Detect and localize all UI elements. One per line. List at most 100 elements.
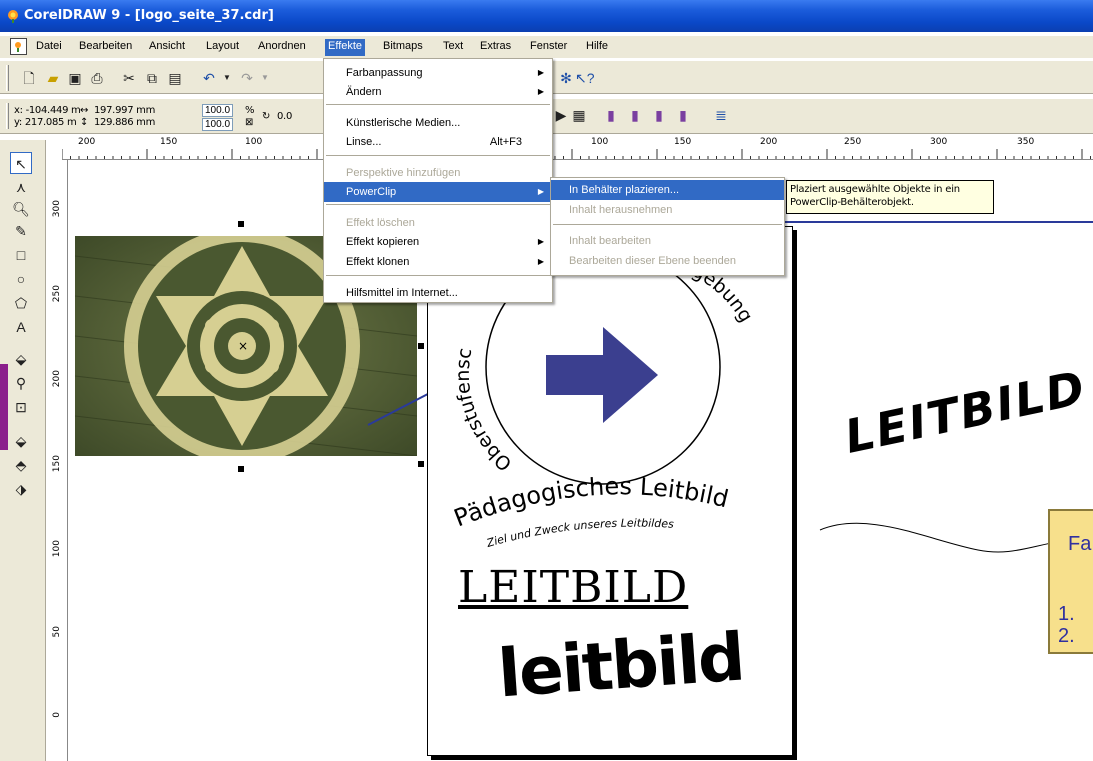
ruler-tick-label: 300 xyxy=(930,137,948,147)
redo-dropdown-icon[interactable]: ▼ xyxy=(256,69,274,87)
percent-label: % xyxy=(245,105,255,116)
height-field[interactable]: 129.886 mm xyxy=(94,117,155,129)
document-icon[interactable] xyxy=(10,38,27,55)
align-icon[interactable]: ▮ xyxy=(602,106,620,124)
menu-item-perspektive: Perspektive hinzufügen xyxy=(346,167,461,179)
menu-hilfe[interactable]: Hilfe xyxy=(583,39,611,56)
submenu-arrow-icon: ▶ xyxy=(537,257,544,266)
menu-item-hilfsmittel-internet[interactable]: Hilfsmittel im Internet... xyxy=(324,283,552,303)
window-title: CorelDRAW 9 - [logo_seite_37.cdr] xyxy=(24,8,274,23)
rectangle-tool-icon[interactable]: □ xyxy=(10,244,32,266)
menu-item-effekt-klonen[interactable]: Effekt klonen ▶ xyxy=(324,252,552,272)
menu-item-in-behaelter-plazieren[interactable]: In Behälter plazieren... xyxy=(551,180,784,200)
menu-bearbeiten[interactable]: Bearbeiten xyxy=(76,39,135,56)
scale-x-field[interactable]: 100.0 xyxy=(202,104,234,117)
rotation-icon: ↻ xyxy=(262,111,271,122)
y-position-field[interactable]: y: 217.085 m xyxy=(14,117,77,129)
copy-icon[interactable]: ⧉ xyxy=(143,69,161,87)
menu-item-inhalt-bearbeiten: Inhalt bearbeiten xyxy=(569,235,651,247)
document-page[interactable]: Oberstufensc und Umgebung Pädagogisches … xyxy=(427,226,793,756)
toolbar-grip[interactable] xyxy=(6,65,9,91)
order-back-icon[interactable]: ▮ xyxy=(650,106,668,124)
leitbild-handwritten-text[interactable]: LEITBILD xyxy=(458,562,688,613)
horizontal-ruler[interactable]: 200 150 100 100 150 200 250 300 350 xyxy=(62,136,1093,160)
coreldraw-app-icon xyxy=(8,10,18,23)
save-icon[interactable]: ▣ xyxy=(66,69,84,87)
submenu-arrow-icon: ▶ xyxy=(537,187,544,196)
ruler-tick-label: 350 xyxy=(1017,137,1035,147)
lock-ratio-icon[interactable]: ⊠ xyxy=(245,117,253,129)
height-arrow-icon: ↕ xyxy=(80,117,89,128)
menu-fenster[interactable]: Fenster xyxy=(527,39,570,56)
vertical-ruler[interactable]: 300 250 200 150 100 50 0 xyxy=(50,160,68,761)
ruler-tick-label: 200 xyxy=(760,137,778,147)
scale-y-field[interactable]: 100.0 xyxy=(202,118,234,131)
print-icon[interactable]: ⎙ xyxy=(88,69,106,87)
ruler-tick-label: 150 xyxy=(674,137,692,147)
menu-text[interactable]: Text xyxy=(440,39,466,56)
menu-item-farbanpassung[interactable]: Farbanpassung ▶ xyxy=(324,63,552,83)
ellipse-tool-icon[interactable]: ○ xyxy=(10,268,32,290)
menu-bitmaps[interactable]: Bitmaps xyxy=(380,39,426,56)
group-icon[interactable]: ▮ xyxy=(674,106,692,124)
undo-icon[interactable]: ↶ xyxy=(200,69,218,87)
paste-icon[interactable]: ▤ xyxy=(166,69,184,87)
menu-item-powerclip[interactable]: PowerClip ▶ xyxy=(324,182,552,202)
menu-item-linse[interactable]: Linse... Alt+F3 xyxy=(324,132,552,152)
interactive-fill-icon[interactable]: ⬙ xyxy=(10,348,32,370)
circle-text-left: Oberstufensc xyxy=(452,346,516,475)
blend-tool-icon[interactable]: ⊡ xyxy=(10,396,32,418)
ruler-ticks xyxy=(62,149,1091,159)
menu-effekte[interactable]: Effekte xyxy=(325,39,366,56)
convert-icon[interactable]: ≣ xyxy=(712,106,730,124)
menu-separator xyxy=(326,155,550,156)
pick-tool-icon[interactable]: ↖ xyxy=(10,152,32,174)
tooltip: Plaziert ausgewählte Objekte in ein Powe… xyxy=(786,180,994,214)
frame-icon[interactable]: ▦ xyxy=(570,106,588,124)
menu-layout[interactable]: Layout xyxy=(203,39,242,56)
context-help-icon[interactable]: ↖? xyxy=(575,69,595,87)
wrap-icon[interactable]: ▶ xyxy=(552,106,570,124)
undo-dropdown-icon[interactable]: ▼ xyxy=(218,69,236,87)
menu-item-aendern[interactable]: Ändern ▶ xyxy=(324,82,552,102)
menu-item-kuenstlerische-medien[interactable]: Künstlerische Medien... xyxy=(324,113,552,133)
ruler-tick-label: 250 xyxy=(52,285,62,303)
width-field[interactable]: 197.997 mm xyxy=(94,105,155,117)
menu-separator xyxy=(326,275,550,276)
eyedropper-icon[interactable]: ⚲ xyxy=(10,372,32,394)
effects-menu: Farbanpassung ▶ Ändern ▶ Künstlerische Med… xyxy=(323,58,553,303)
outline-tool-icon[interactable]: ⬘ xyxy=(10,454,32,476)
ruler-tick-label: 0 xyxy=(52,712,62,718)
menu-anordnen[interactable]: Anordnen xyxy=(255,39,309,56)
x-position-field[interactable]: x: -104.449 m xyxy=(14,105,81,117)
paint-bucket-icon[interactable]: ⬗ xyxy=(10,478,32,500)
menu-datei[interactable]: Datei xyxy=(33,39,65,56)
callout-text-heading: Fa xyxy=(1068,533,1092,555)
ruler-tick-label: 200 xyxy=(52,370,62,388)
menu-bar: Datei Bearbeiten Ansicht Layout Anordnen… xyxy=(0,36,1093,58)
ruler-tick-label: 100 xyxy=(591,137,609,147)
ruler-tick-label: 250 xyxy=(844,137,862,147)
order-front-icon[interactable]: ▮ xyxy=(626,106,644,124)
menu-extras[interactable]: Extras xyxy=(477,39,514,56)
menu-item-effekt-kopieren[interactable]: Effekt kopieren ▶ xyxy=(324,232,552,252)
redo-icon[interactable]: ↷ xyxy=(238,69,256,87)
polygon-tool-icon[interactable]: ⬠ xyxy=(10,292,32,314)
ruler-tick-label: 150 xyxy=(52,455,62,473)
menu-ansicht[interactable]: Ansicht xyxy=(146,39,188,56)
zoom-tool-icon[interactable]: 🔍︎ xyxy=(10,198,32,220)
freehand-tool-icon[interactable]: ✎ xyxy=(10,220,32,242)
cut-icon[interactable]: ✂ xyxy=(120,69,138,87)
open-folder-icon[interactable]: ▰ xyxy=(44,69,62,87)
ruler-tick-label: 50 xyxy=(52,626,62,638)
text-tool-icon[interactable]: A xyxy=(10,316,32,338)
shortcut-label: Alt+F3 xyxy=(489,136,522,148)
shape-tool-icon[interactable]: ⋏ xyxy=(10,176,32,198)
new-file-icon[interactable]: 🗋 xyxy=(20,69,38,87)
special-icon[interactable]: ✻ xyxy=(557,69,575,87)
side-tab xyxy=(0,364,8,450)
fill-tool-icon[interactable]: ⬙ xyxy=(10,430,32,452)
rotation-field[interactable]: 0.0 xyxy=(277,111,292,123)
title-bar: CorelDRAW 9 - [logo_seite_37.cdr] xyxy=(0,0,1093,32)
property-bar-grip[interactable] xyxy=(6,103,9,129)
